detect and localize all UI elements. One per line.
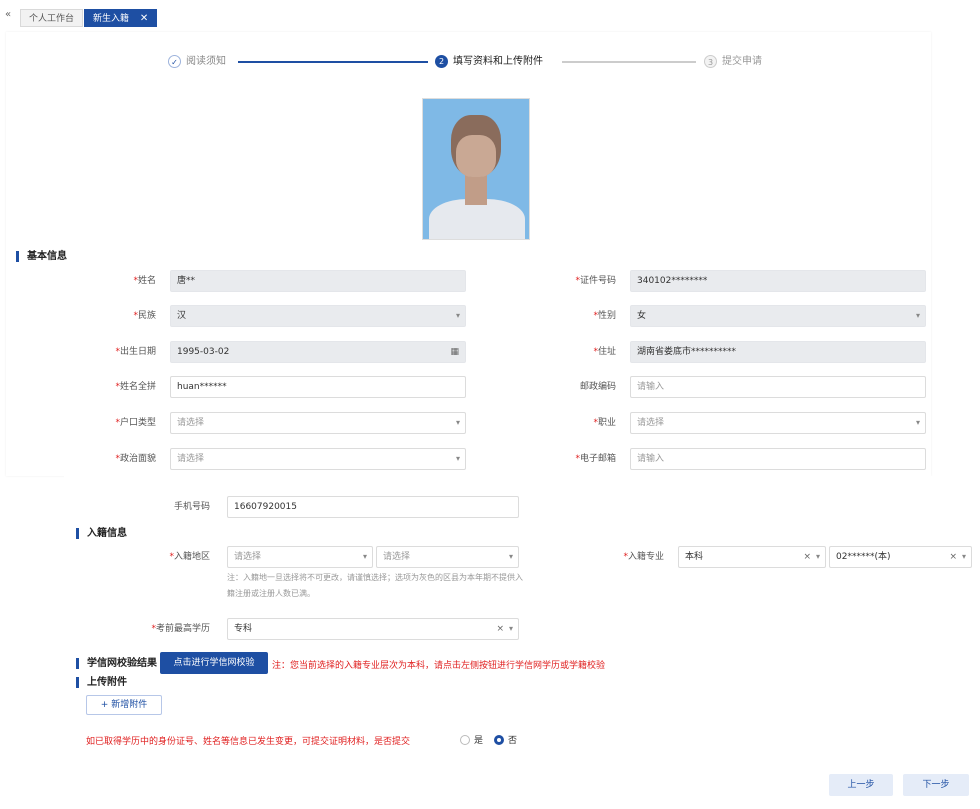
xuexin-verify-button[interactable]: 点击进行学信网校验 <box>160 652 268 674</box>
photo-body <box>429 199 525 239</box>
hukou-select[interactable]: 请选择 ▾ <box>170 412 466 434</box>
chevron-down-icon: ▾ <box>508 624 513 633</box>
highest-edu-select[interactable]: 专科 × ▾ <box>227 618 519 640</box>
gender-select: 女 ▾ <box>630 305 926 327</box>
label-hukou: *户口类型 <box>115 418 156 428</box>
radio-yes[interactable] <box>460 735 470 745</box>
radio-no-label: 否 <box>508 736 518 746</box>
label-pinyin: *姓名全拼 <box>115 382 156 392</box>
id-photo <box>422 98 530 240</box>
tab-label: 个人工作台 <box>29 14 75 24</box>
photo-neck <box>465 175 487 205</box>
name-field: 唐** <box>170 270 466 292</box>
section-enroll-info: 入籍信息 <box>76 528 127 539</box>
change-proof-question: 如已取得学历中的身份证号、姓名等信息已发生变更，可提交证明材料，是否提交 <box>86 737 411 747</box>
next-step-button[interactable]: 下一步 <box>903 774 969 796</box>
label-id-number: *证件号码 <box>575 276 616 286</box>
chevron-down-icon: ▾ <box>915 311 920 320</box>
collapse-icon[interactable]: « <box>5 9 11 20</box>
chevron-down-icon: ▾ <box>455 418 460 427</box>
label-region: *入籍地区 <box>169 552 210 562</box>
tab-bar: « 个人工作台 新生入籍 ✕ <box>0 0 980 32</box>
major-level-select[interactable]: 本科 × ▾ <box>678 546 826 568</box>
politics-select[interactable]: 请选择 ▾ <box>170 448 466 470</box>
major-name-select[interactable]: 02******(本) × ▾ <box>829 546 972 568</box>
region-note: 注：入籍地一旦选择将不可更改，请谨慎选择；选项为灰色的区县为本年期不提供入籍注册… <box>227 573 523 598</box>
label-highest-edu: *考前最高学历 <box>151 624 210 634</box>
postcode-input[interactable]: 请输入 <box>630 376 926 398</box>
step-label-submit: 提交申请 <box>722 56 762 67</box>
label-name: *姓名 <box>133 276 156 286</box>
tab-new-enrollment[interactable]: 新生入籍 ✕ <box>84 9 158 27</box>
email-input[interactable]: 请输入 <box>630 448 926 470</box>
clear-icon[interactable]: × <box>803 547 811 567</box>
chevron-down-icon: ▾ <box>508 552 513 561</box>
step-done-check-icon: ✓ <box>168 55 181 68</box>
label-job: *职业 <box>593 418 616 428</box>
step-label-fill: 填写资料和上传附件 <box>453 56 543 67</box>
step-current-number: 2 <box>435 55 448 68</box>
section-basic-info: 基本信息 <box>16 251 67 262</box>
address-field: 湖南省娄底市********** <box>630 341 926 363</box>
phone-input[interactable]: 16607920015 <box>227 496 519 518</box>
label-phone: 手机号码 <box>173 502 210 512</box>
step-pending-number: 3 <box>704 55 717 68</box>
step-line-done <box>238 61 428 63</box>
ethnic-select: 汉 ▾ <box>170 305 466 327</box>
radio-yes-label: 是 <box>474 736 484 746</box>
label-gender: *性别 <box>593 311 616 321</box>
step-line-pending <box>562 61 696 63</box>
chevron-down-icon: ▾ <box>455 311 460 320</box>
chevron-down-icon: ▾ <box>915 418 920 427</box>
step-label-read: 阅读须知 <box>186 56 226 67</box>
label-postcode: 邮政编码 <box>579 382 616 392</box>
tab-label: 新生入籍 <box>93 14 130 24</box>
tab-personal-workspace[interactable]: 个人工作台 <box>20 9 84 27</box>
chevron-down-icon: ▾ <box>362 552 367 561</box>
photo-face <box>456 135 496 177</box>
label-politics: *政治面貌 <box>115 454 156 464</box>
clear-icon[interactable]: × <box>496 619 504 639</box>
label-birth: *出生日期 <box>115 347 156 357</box>
region-select-district[interactable]: 请选择 ▾ <box>376 546 519 568</box>
close-icon[interactable]: ✕ <box>140 13 148 24</box>
pinyin-input[interactable]: huan****** <box>170 376 466 398</box>
chevron-down-icon: ▾ <box>455 454 460 463</box>
label-ethnic: *民族 <box>133 311 156 321</box>
prev-step-button[interactable]: 上一步 <box>829 774 893 796</box>
calendar-icon: ▦ <box>450 347 459 357</box>
region-select-city[interactable]: 请选择 ▾ <box>227 546 373 568</box>
section-xuexin-result: 学信网校验结果 <box>76 658 157 669</box>
form-lower-panel <box>64 476 980 809</box>
add-attachment-button[interactable]: + 新增附件 <box>86 695 162 715</box>
job-select[interactable]: 请选择 ▾ <box>630 412 926 434</box>
chevron-down-icon: ▾ <box>815 552 820 561</box>
label-major: *入籍专业 <box>623 552 664 562</box>
radio-no[interactable] <box>494 735 504 745</box>
xuexin-note: 注：您当前选择的入籍专业层次为本科，请点击左侧按钮进行学信网学历或学籍校验 <box>272 661 606 671</box>
id-number-field: 340102******** <box>630 270 926 292</box>
clear-icon[interactable]: × <box>949 547 957 567</box>
birth-date-field: 1995-03-02 ▦ <box>170 341 466 363</box>
label-email: *电子邮箱 <box>575 454 616 464</box>
label-address: *住址 <box>593 347 616 357</box>
section-upload: 上传附件 <box>76 677 127 688</box>
chevron-down-icon: ▾ <box>961 552 966 561</box>
